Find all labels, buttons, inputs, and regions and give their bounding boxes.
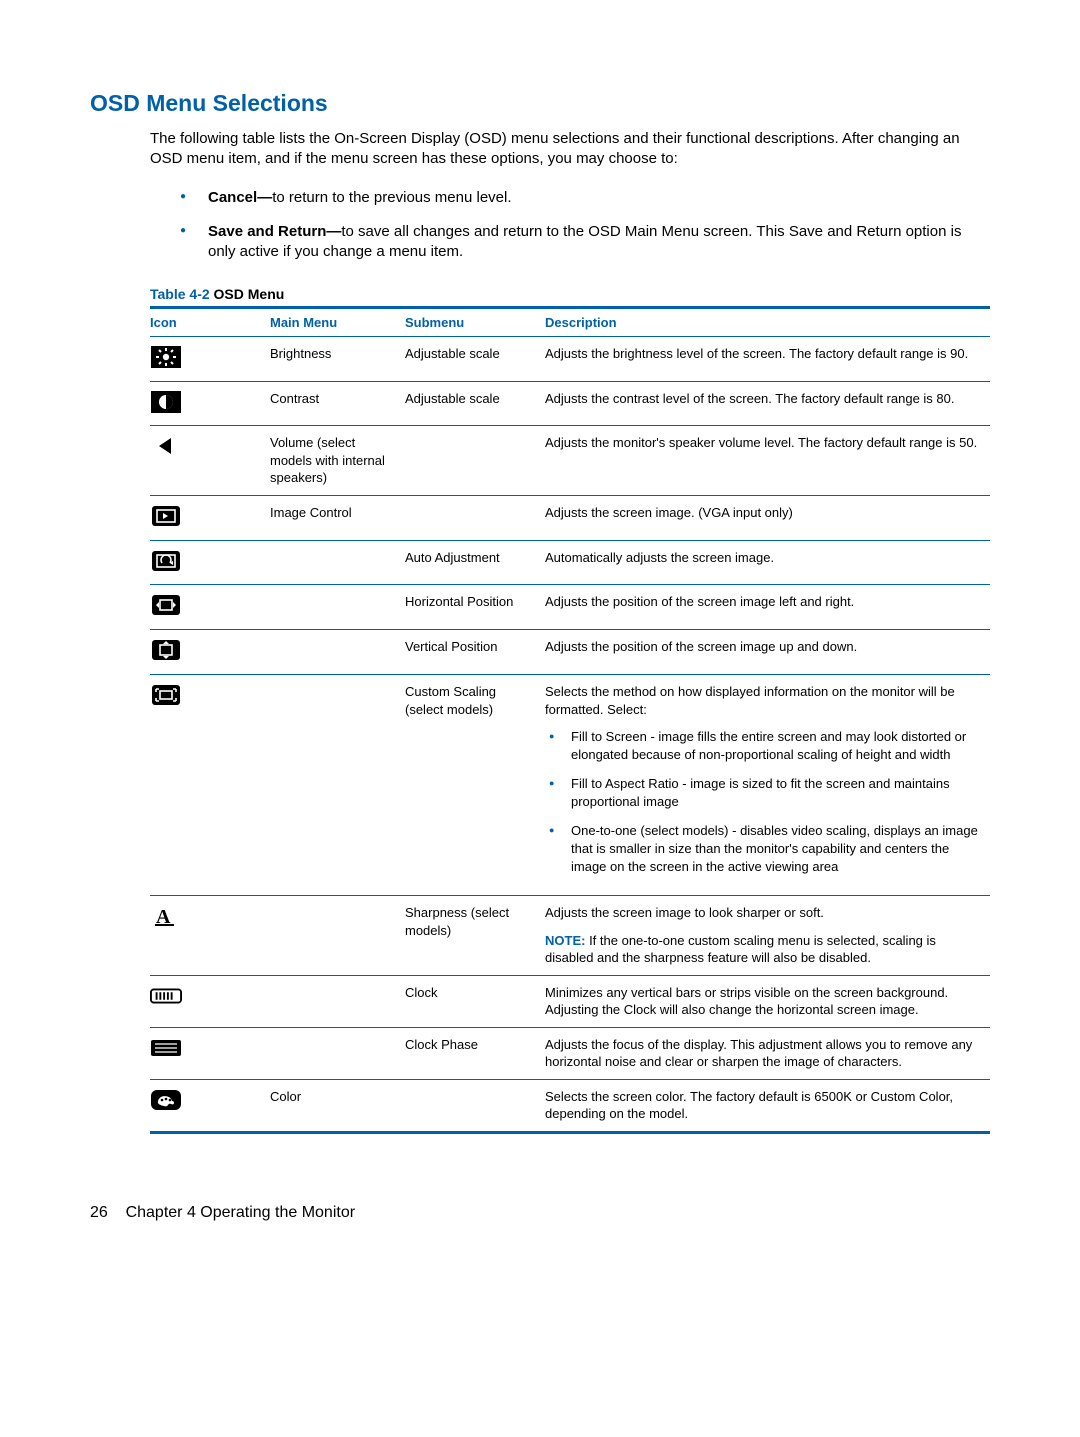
option-list: Cancel—to return to the previous menu le… [180, 188, 990, 263]
description-cell: Selects the method on how displayed info… [545, 675, 990, 895]
auto-adjust-icon [150, 549, 182, 573]
contrast-icon [150, 390, 182, 414]
submenu-cell: Sharpness (select models) [405, 896, 545, 975]
table-bottom-rule [150, 1131, 990, 1134]
submenu-cell: Vertical Position [405, 630, 545, 675]
chapter-title: Chapter 4 Operating the Monitor [126, 1204, 355, 1221]
table-row: Color Selects the screen color. The fact… [150, 1080, 990, 1131]
submenu-cell: Auto Adjustment [405, 541, 545, 585]
custom-scaling-icon [150, 683, 182, 707]
section-heading: OSD Menu Selections [90, 90, 990, 117]
description-cell: Adjusts the monitor's speaker volume lev… [545, 426, 990, 495]
table-row: Volume (select models with internal spea… [150, 426, 990, 495]
speaker-icon [150, 434, 182, 458]
table-row: Horizontal Position Adjusts the position… [150, 585, 990, 629]
table-header-row: Icon Main Menu Submenu Description [150, 309, 990, 336]
submenu-cell: Clock Phase [405, 1028, 545, 1079]
description-cell: Adjusts the focus of the display. This a… [545, 1028, 990, 1079]
table-row: Brightness Adjustable scale Adjusts the … [150, 337, 990, 381]
clock-icon [150, 984, 182, 1008]
submenu-cell: Adjustable scale [405, 382, 545, 426]
table-row: A Sharpness (select models) Adjusts the … [150, 896, 990, 975]
intro-paragraph: The following table lists the On-Screen … [150, 129, 990, 170]
clock-phase-icon [150, 1036, 182, 1060]
table-row: Clock Phase Adjusts the focus of the dis… [150, 1028, 990, 1079]
main-menu-cell: Volume (select models with internal spea… [270, 426, 405, 495]
list-item: Cancel—to return to the previous menu le… [180, 188, 990, 208]
main-menu-cell: Contrast [270, 382, 405, 426]
list-item: Fill to Screen - image fills the entire … [545, 728, 980, 763]
page-number: 26 [90, 1204, 108, 1221]
list-item: Fill to Aspect Ratio - image is sized to… [545, 775, 980, 810]
list-item: One-to-one (select models) - disables vi… [545, 822, 980, 875]
description-cell: Selects the screen color. The factory de… [545, 1080, 990, 1131]
submenu-cell [405, 496, 545, 540]
table-caption: Table 4-2 OSD Menu [150, 286, 990, 302]
col-icon-header: Icon [150, 309, 270, 336]
color-icon [150, 1088, 182, 1112]
submenu-cell: Adjustable scale [405, 337, 545, 381]
description-cell: Minimizes any vertical bars or strips vi… [545, 976, 990, 1027]
table-row: Vertical Position Adjusts the position o… [150, 630, 990, 675]
table-row: Image Control Adjusts the screen image. … [150, 496, 990, 540]
col-desc-header: Description [545, 309, 990, 336]
osd-menu-table: Icon Main Menu Submenu Description [150, 309, 990, 1131]
image-control-icon [150, 504, 182, 528]
description-cell: Adjusts the screen image. (VGA input onl… [545, 496, 990, 540]
description-cell: Adjusts the screen image to look sharper… [545, 896, 990, 975]
description-cell: Adjusts the position of the screen image… [545, 585, 990, 629]
description-cell: Adjusts the position of the screen image… [545, 630, 990, 675]
sharpness-icon: A [150, 904, 182, 928]
col-sub-header: Submenu [405, 309, 545, 336]
submenu-cell: Clock [405, 976, 545, 1027]
description-cell: Adjusts the contrast level of the screen… [545, 382, 990, 426]
col-main-header: Main Menu [270, 309, 405, 336]
horizontal-position-icon [150, 593, 182, 617]
table-row: Contrast Adjustable scale Adjusts the co… [150, 382, 990, 426]
table-row: Custom Scaling (select models) Selects t… [150, 675, 990, 895]
submenu-cell: Custom Scaling (select models) [405, 675, 545, 895]
main-menu-cell: Image Control [270, 496, 405, 540]
description-cell: Adjusts the brightness level of the scre… [545, 337, 990, 381]
submenu-cell [405, 426, 545, 495]
svg-text:A: A [156, 906, 171, 927]
page-footer: 26 Chapter 4 Operating the Monitor [90, 1204, 990, 1222]
description-cell: Automatically adjusts the screen image. [545, 541, 990, 585]
table-row: Auto Adjustment Automatically adjusts th… [150, 541, 990, 585]
brightness-icon [150, 345, 182, 369]
note-label: NOTE: [545, 933, 585, 948]
main-menu-cell: Brightness [270, 337, 405, 381]
submenu-cell: Horizontal Position [405, 585, 545, 629]
list-item: Save and Return—to save all changes and … [180, 222, 990, 263]
vertical-position-icon [150, 638, 182, 662]
table-row: Clock Minimizes any vertical bars or str… [150, 976, 990, 1027]
main-menu-cell: Color [270, 1080, 405, 1131]
